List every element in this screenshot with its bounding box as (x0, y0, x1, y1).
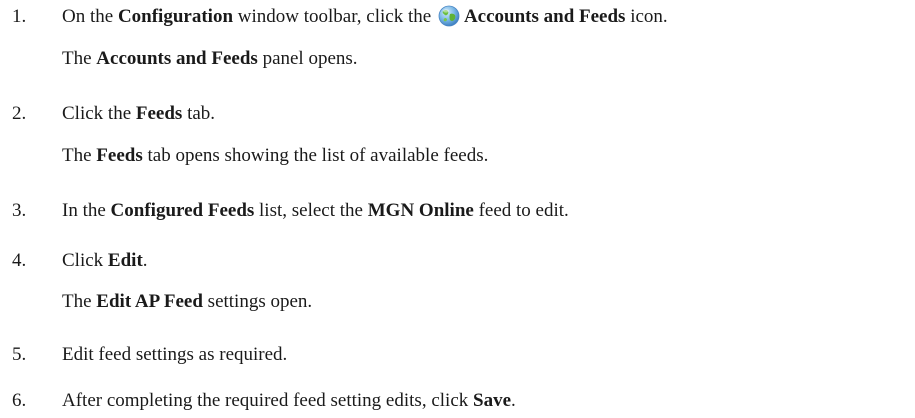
ui-term-edit-ap-feed: Edit AP Feed (96, 291, 203, 312)
step-4-result: The Edit AP Feed settings open. (62, 291, 313, 312)
step-number: 6. (12, 390, 27, 411)
step-number: 3. (12, 200, 27, 221)
accounts-and-feeds-globe-icon (438, 5, 460, 27)
step-number: 4. (12, 250, 27, 271)
ui-term-mgn-online: MGN Online (367, 200, 474, 221)
ui-term-configuration: Configuration (117, 6, 234, 27)
ui-term-save: Save (473, 390, 511, 411)
ui-term-feeds: Feeds (96, 145, 143, 166)
step-2-result: The Feeds tab opens showing the list of … (62, 145, 489, 166)
ui-term-accounts-and-feeds: Accounts and Feeds (463, 6, 626, 27)
step-number: 5. (12, 344, 27, 365)
step-text: Click the Feeds tab. (62, 103, 216, 124)
step-number: 2. (12, 103, 27, 124)
ui-term-configured-feeds: Configured Feeds (110, 200, 255, 221)
step-text: After completing the required feed setti… (62, 390, 516, 411)
step-text: In the Configured Feeds list, select the… (62, 200, 569, 221)
step-text: Click Edit. (62, 250, 148, 271)
procedure-step-list: 1. On the Configuration window toolbar, … (0, 0, 915, 418)
step-1-result: The Accounts and Feeds panel opens. (62, 48, 358, 69)
step-text: On the Configuration window toolbar, cli… (62, 5, 668, 27)
step-text: Edit feed settings as required. (62, 344, 288, 365)
ui-term-accounts-and-feeds: Accounts and Feeds (96, 48, 258, 69)
ui-term-edit: Edit (107, 250, 143, 271)
step-number: 1. (12, 6, 27, 27)
document-page: 1. On the Configuration window toolbar, … (0, 0, 915, 418)
ui-term-feeds: Feeds (135, 103, 183, 124)
